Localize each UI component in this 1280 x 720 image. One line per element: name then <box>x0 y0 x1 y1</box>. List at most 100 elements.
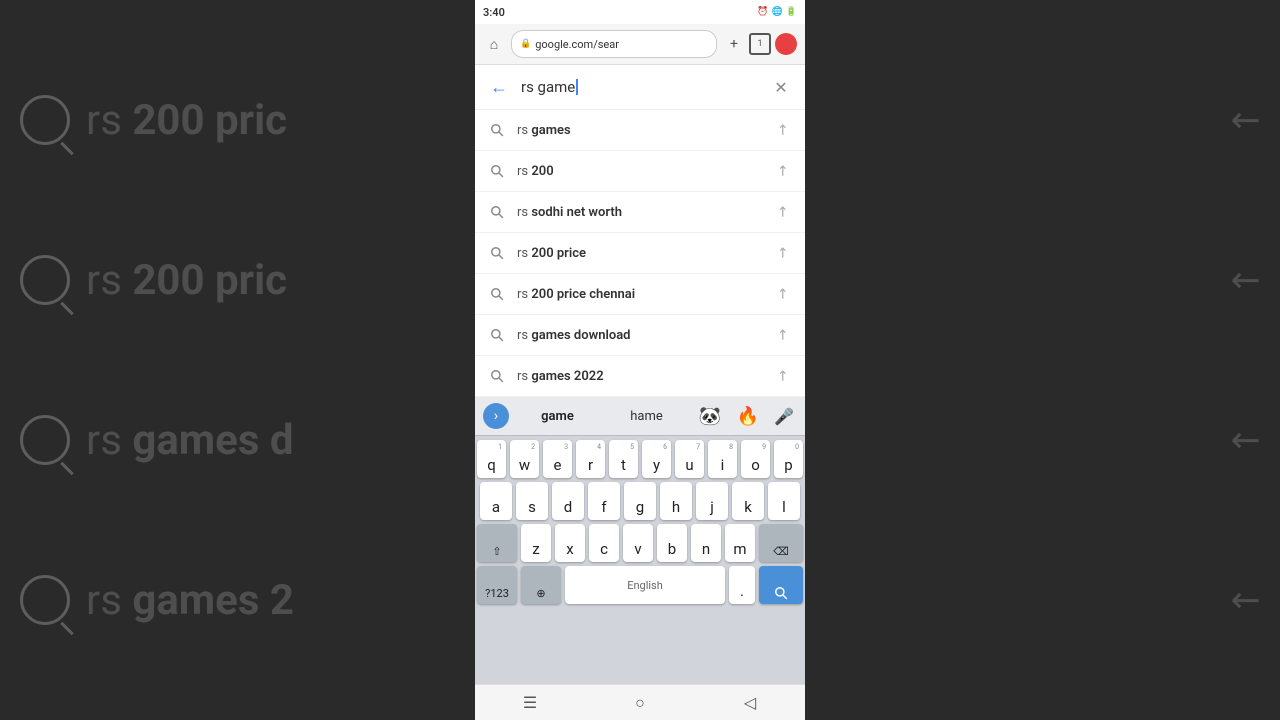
suggestion-arrow-6: ↗ <box>769 362 797 390</box>
key-x[interactable]: x <box>555 524 585 562</box>
url-bar[interactable]: 🔒 google.com/sear <box>511 30 717 58</box>
keyboard-suggestion-emoji[interactable]: 🐼 <box>695 406 725 427</box>
suggestion-arrow-0: ↗ <box>769 116 797 144</box>
suggestion-text-4: rs 200 price chennai <box>517 287 763 302</box>
profile-button[interactable] <box>775 33 797 55</box>
nav-menu-button[interactable]: ☰ <box>510 688 550 718</box>
key-p[interactable]: 0p <box>774 440 803 478</box>
key-z[interactable]: z <box>521 524 551 562</box>
bg-search-icon-2 <box>20 255 70 305</box>
suggestion-text-1: rs 200 <box>517 164 763 179</box>
suggestion-item-4[interactable]: rs 200 price chennai ↗ <box>475 274 805 315</box>
search-query-text: rs game <box>521 78 575 96</box>
suggestion-item-2[interactable]: rs sodhi net worth ↗ <box>475 192 805 233</box>
key-a[interactable]: a <box>480 482 512 520</box>
status-time: 3:40 <box>483 6 505 19</box>
suggestion-item-0[interactable]: rs games ↗ <box>475 110 805 151</box>
suggestion-text-0: rs games <box>517 123 763 138</box>
search-bar: ← rs game ✕ <box>475 65 805 110</box>
key-h[interactable]: h <box>660 482 692 520</box>
search-icon-6 <box>487 366 507 386</box>
suggestion-item-3[interactable]: rs 200 price ↗ <box>475 233 805 274</box>
search-key[interactable] <box>759 566 803 604</box>
keyboard-emoji-button[interactable]: 🔥 <box>733 406 763 427</box>
keyboard-suggestions-row: › game hame 🐼 🔥 🎤 <box>475 397 805 436</box>
key-c[interactable]: c <box>589 524 619 562</box>
key-j[interactable]: j <box>696 482 728 520</box>
new-tab-button[interactable]: + <box>723 33 745 55</box>
bottom-nav: ☰ ○ ◁ <box>475 684 805 720</box>
key-y[interactable]: 6y <box>642 440 671 478</box>
suggestion-arrow-1: ↗ <box>769 157 797 185</box>
bg-right-row-4: ↖ <box>1230 579 1260 621</box>
bg-text-2: rs 200 pric <box>86 256 287 305</box>
tabs-button[interactable]: 1 <box>749 33 771 55</box>
keyboard-row-1: 1q 2w 3e 4r 5t 6y 7u 8i 9o 0p <box>477 440 803 478</box>
globe-key[interactable]: ⊕ <box>521 566 561 604</box>
key-e[interactable]: 3e <box>543 440 572 478</box>
bg-arrow-2: ↖ <box>1219 254 1270 305</box>
back-arrow-icon: ← <box>490 77 508 98</box>
bg-text-3: rs games d <box>86 416 294 465</box>
bg-text-1: rs 200 pric <box>86 96 287 145</box>
nav-home-button[interactable]: ○ <box>620 688 660 718</box>
home-button[interactable]: ⌂ <box>483 33 505 55</box>
home-circle-icon: ○ <box>635 693 645 713</box>
key-w[interactable]: 2w <box>510 440 539 478</box>
key-l[interactable]: l <box>768 482 800 520</box>
bg-text-4: rs games 2 <box>86 576 294 625</box>
key-q[interactable]: 1q <box>477 440 506 478</box>
key-s[interactable]: s <box>516 482 548 520</box>
clear-search-button[interactable]: ✕ <box>767 73 795 101</box>
suggestion-arrow-5: ↗ <box>769 321 797 349</box>
clear-icon: ✕ <box>774 78 787 97</box>
nav-back-button[interactable]: ◁ <box>730 688 770 718</box>
suggestion-arrow-2: ↗ <box>769 198 797 226</box>
key-g[interactable]: g <box>624 482 656 520</box>
url-text: google.com/sear <box>535 38 619 51</box>
key-t[interactable]: 5t <box>609 440 638 478</box>
bg-row-3: rs games d <box>20 415 294 465</box>
key-f[interactable]: f <box>588 482 620 520</box>
key-v[interactable]: v <box>623 524 653 562</box>
bg-arrow-3: ↖ <box>1219 414 1270 465</box>
key-u[interactable]: 7u <box>675 440 704 478</box>
suggestion-item-1[interactable]: rs 200 ↗ <box>475 151 805 192</box>
key-o[interactable]: 9o <box>741 440 770 478</box>
search-input[interactable]: rs game <box>521 78 759 96</box>
keyboard-mic-button[interactable]: 🎤 <box>771 407 797 426</box>
keyboard-suggestion-1[interactable]: hame <box>606 409 687 424</box>
suggestion-text-6: rs games 2022 <box>517 369 763 384</box>
menu-icon: ☰ <box>523 693 537 712</box>
shift-key[interactable]: ⇧ <box>477 524 517 562</box>
suggestion-arrow-3: ↗ <box>769 239 797 267</box>
search-back-button[interactable]: ← <box>485 73 513 101</box>
numbers-key[interactable]: ?123 <box>477 566 517 604</box>
phone-frame: 3:40 ⏰ 🌐 🔋 ⌂ 🔒 google.com/sear + 1 ← <box>475 0 805 720</box>
suggestion-item-6[interactable]: rs games 2022 ↗ <box>475 356 805 397</box>
key-n[interactable]: n <box>691 524 721 562</box>
dot-key[interactable]: . <box>729 566 755 604</box>
bg-row-4: rs games 2 <box>20 575 294 625</box>
key-d[interactable]: d <box>552 482 584 520</box>
keyboard-suggestion-0[interactable]: game <box>517 409 598 424</box>
keyboard-rows: 1q 2w 3e 4r 5t 6y 7u 8i 9o 0p a s d f g … <box>475 436 805 684</box>
search-icon-0 <box>487 120 507 140</box>
browser-actions: + 1 <box>723 33 797 55</box>
suggestion-item-5[interactable]: rs games download ↗ <box>475 315 805 356</box>
network-icon: 🌐 <box>772 7 783 17</box>
key-k[interactable]: k <box>732 482 764 520</box>
key-b[interactable]: b <box>657 524 687 562</box>
key-m[interactable]: m <box>725 524 755 562</box>
key-r[interactable]: 4r <box>576 440 605 478</box>
key-i[interactable]: 8i <box>708 440 737 478</box>
keyboard-expand-button[interactable]: › <box>483 403 509 429</box>
backspace-key[interactable]: ⌫ <box>759 524 803 562</box>
bg-search-icon-4 <box>20 575 70 625</box>
bg-search-icon-1 <box>20 95 70 145</box>
suggestion-text-5: rs games download <box>517 328 763 343</box>
bg-right: ↖ ↖ ↖ ↖ <box>800 0 1280 720</box>
search-overlay: ← rs game ✕ rs games ↗ rs 20 <box>475 65 805 397</box>
space-key[interactable]: English <box>565 566 725 604</box>
keyboard-row-2: a s d f g h j k l <box>477 482 803 520</box>
